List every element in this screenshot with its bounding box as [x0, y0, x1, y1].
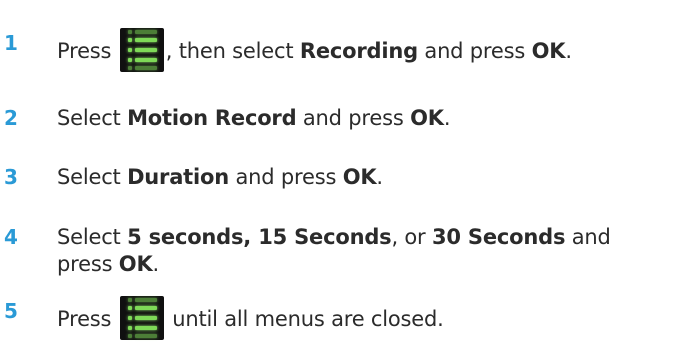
step-number: 1: [4, 31, 18, 55]
step-number: 4: [4, 225, 18, 249]
step-text-continued: press OK.: [57, 252, 160, 276]
step-text: Select 5 seconds, 15 Seconds, or 30 Seco…: [57, 225, 611, 249]
step-text: Press until all menus are closed.: [57, 296, 444, 342]
step-text: Select Duration and press OK.: [57, 165, 383, 189]
instruction-steps: 1 Press , then select Recording and pres…: [0, 0, 696, 347]
step-number: 3: [4, 165, 18, 189]
menu-list-icon: [119, 28, 164, 72]
step-number: 2: [4, 106, 18, 130]
step-text: Press , then select Recording and press …: [57, 28, 572, 74]
menu-list-icon: [119, 296, 164, 340]
step-number: 5: [4, 299, 18, 323]
step-text: Select Motion Record and press OK.: [57, 106, 451, 130]
